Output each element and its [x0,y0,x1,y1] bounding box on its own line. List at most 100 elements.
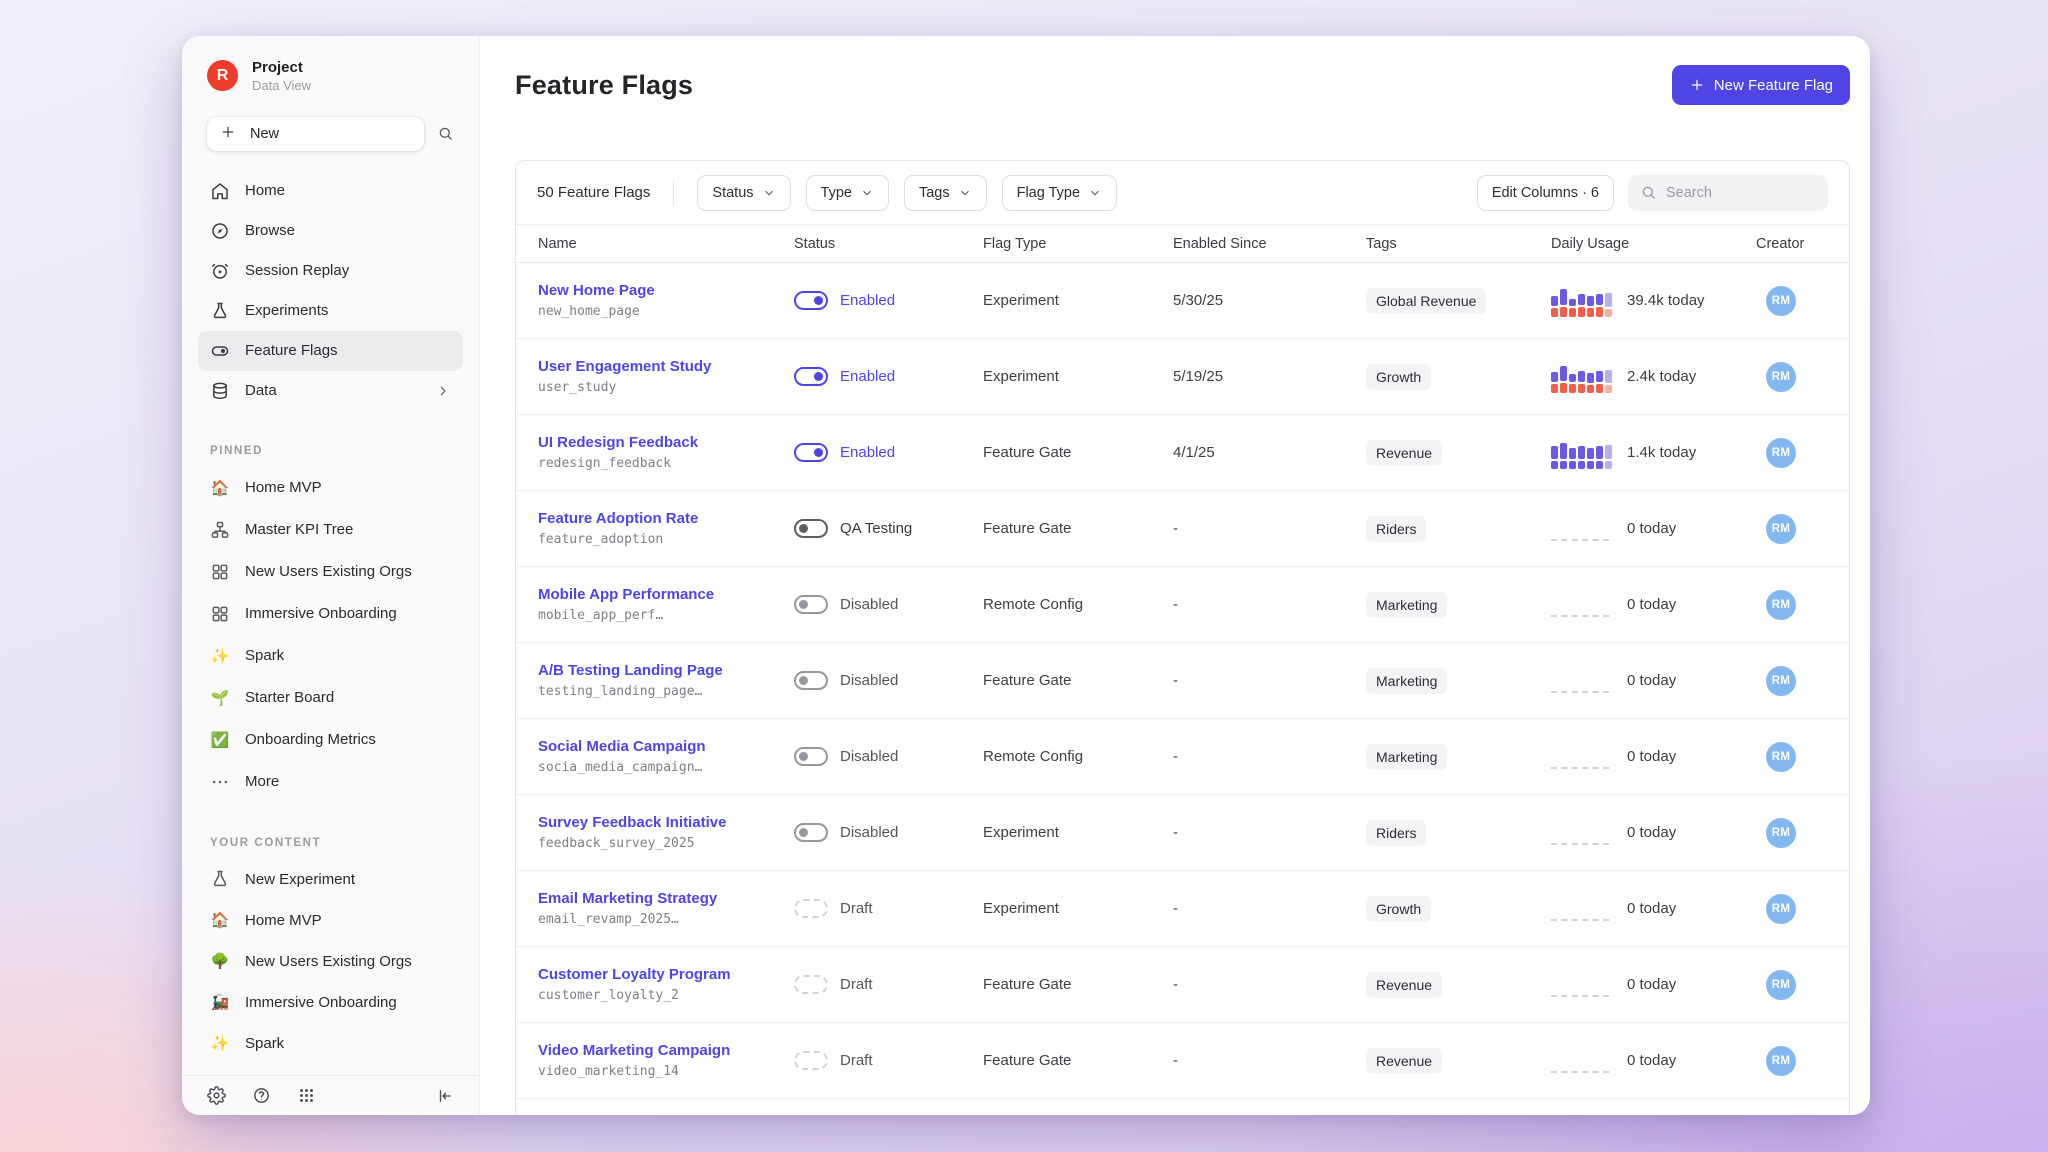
column-header-flag-type[interactable]: Flag Type [983,236,1173,252]
flag-name-link[interactable]: User Engagement Study [538,358,794,375]
chevron-down-icon [762,186,776,200]
flag-name-link[interactable]: A/B Testing Landing Page [538,662,794,679]
sidebar-item-spark[interactable]: ✨ Spark [198,635,463,677]
sidebar: R Project Data View New Home Brows [182,36,480,1115]
chevron-right-icon [435,383,451,399]
help-button[interactable] [252,1086,271,1105]
tag-badge: Riders [1366,516,1426,542]
apps-button[interactable] [297,1086,316,1105]
daily-usage-cell: 0 today [1551,665,1756,697]
usage-sparkline-chart [1551,285,1613,317]
flag-name-link[interactable]: Video Marketing Campaign [538,1042,794,1059]
sidebar-item-onboarding-metrics[interactable]: ✅ Onboarding Metrics [198,719,463,761]
status-toggle[interactable] [794,519,828,538]
column-header-tags[interactable]: Tags [1366,236,1551,252]
status-toggle[interactable] [794,291,828,310]
column-header-enabled-since[interactable]: Enabled Since [1173,236,1366,252]
status-cell: Disabled [794,595,983,614]
enabled-since: - [1173,1052,1366,1069]
filter-type-dropdown[interactable]: Type [806,175,889,211]
flag-type: Remote Config [983,748,1173,765]
sidebar-item-session-replay[interactable]: Session Replay [198,251,463,291]
sidebar-item-home-mvp[interactable]: 🏠 Home MVP [198,900,463,941]
status-cell: Disabled [794,671,983,690]
sidebar-item-experiments[interactable]: Experiments [198,291,463,331]
flag-name-link[interactable]: Social Media Campaign [538,738,794,755]
table-row[interactable]: User Engagement Study user_study Enabled… [516,339,1849,415]
status-label: Enabled [840,292,895,309]
flag-name-link[interactable]: Survey Feedback Initiative [538,814,794,831]
sidebar-item-immersive-onboarding[interactable]: 🚂 Immersive Onboarding [198,982,463,1023]
flag-type: Feature Gate [983,976,1173,993]
usage-sparkline-chart [1551,969,1613,1001]
status-toggle[interactable] [794,671,828,690]
sidebar-item-new-users-existing-orgs[interactable]: New Users Existing Orgs [198,551,463,593]
new-feature-flag-button[interactable]: New Feature Flag [1672,65,1850,105]
sidebar-item-master-kpi-tree[interactable]: Master KPI Tree [198,509,463,551]
table-search[interactable] [1628,175,1828,211]
table-row[interactable]: Customer Loyalty Program customer_loyalt… [516,947,1849,1023]
table-row[interactable]: Video Marketing Campaign video_marketing… [516,1023,1849,1099]
usage-sparkline-chart [1551,665,1613,697]
flag-type: Remote Config [983,596,1173,613]
sidebar-scroll-area: Home Browse Session Replay Experiments F… [182,151,479,1075]
sidebar-item-new-users-existing-orgs[interactable]: 🌳 New Users Existing Orgs [198,941,463,982]
sidebar-item-more[interactable]: More [198,761,463,803]
collapse-sidebar-icon [436,1087,454,1105]
sidebar-item-browse[interactable]: Browse [198,211,463,251]
table-row[interactable]: Feature Adoption Rate feature_adoption Q… [516,491,1849,567]
status-toggle[interactable] [794,367,828,386]
table-row[interactable]: Social Media Campaign socia_media_campai… [516,719,1849,795]
flag-name-link[interactable]: Email Marketing Strategy [538,890,794,907]
status-toggle[interactable] [794,443,828,462]
column-header-daily-usage[interactable]: Daily Usage [1551,236,1756,252]
flag-key: customer_loyalty_2 [538,988,794,1003]
filter-flag-type-dropdown[interactable]: Flag Type [1002,175,1117,211]
column-header-name[interactable]: Name [538,236,794,252]
sidebar-item-feature-flags[interactable]: Feature Flags [198,331,463,371]
sidebar-item-new-experiment[interactable]: New Experiment [198,859,463,900]
sidebar-item-starter-board[interactable]: 🌱 Starter Board [198,677,463,719]
status-toggle[interactable] [794,595,828,614]
sidebar-search-button[interactable] [437,125,454,142]
grid-icon [210,562,230,582]
status-label: Draft [840,900,873,917]
enabled-since: - [1173,900,1366,917]
edit-columns-button[interactable]: Edit Columns · 6 [1477,175,1614,211]
table-row[interactable]: New Home Page new_home_page Enabled Expe… [516,263,1849,339]
sidebar-item-spark[interactable]: ✨ Spark [198,1023,463,1064]
table-row[interactable]: Email Marketing Strategy email_revamp_20… [516,871,1849,947]
project-switcher[interactable]: R Project Data View [207,59,454,93]
table-row[interactable]: Mobile App Performance mobile_app_perf… … [516,567,1849,643]
status-toggle[interactable] [794,747,828,766]
column-header-creator[interactable]: Creator [1756,236,1849,252]
flag-name-link[interactable]: Mobile App Performance [538,586,794,603]
table-search-input[interactable] [1666,185,1816,201]
usage-label: 0 today [1627,900,1676,917]
settings-button[interactable] [207,1086,226,1105]
filter-status-dropdown[interactable]: Status [697,175,790,211]
sidebar-item-home-mvp[interactable]: 🏠 Home MVP [198,467,463,509]
table-row[interactable]: UI Redesign Feedback redesign_feedback E… [516,415,1849,491]
sidebar-item-data[interactable]: Data [198,371,463,411]
status-toggle[interactable] [794,1051,828,1070]
status-toggle[interactable] [794,899,828,918]
flag-name-link[interactable]: Feature Adoption Rate [538,510,794,527]
collapse-sidebar-button[interactable] [436,1087,454,1105]
help-icon [252,1086,271,1105]
sidebar-item-home[interactable]: Home [198,171,463,211]
flag-name-link[interactable]: Customer Loyalty Program [538,966,794,983]
creator-avatar: RM [1766,438,1796,468]
status-toggle[interactable] [794,823,828,842]
column-header-status[interactable]: Status [794,236,983,252]
table-row[interactable]: A/B Testing Landing Page testing_landing… [516,643,1849,719]
filter-tags-dropdown[interactable]: Tags [904,175,987,211]
table-row[interactable]: Survey Feedback Initiative feedback_surv… [516,795,1849,871]
flag-name-link[interactable]: UI Redesign Feedback [538,434,794,451]
sidebar-item-immersive-onboarding[interactable]: Immersive Onboarding [198,593,463,635]
new-button[interactable]: New [207,117,424,151]
pinned-list: 🏠 Home MVP Master KPI Tree New Users Exi… [198,467,463,803]
flag-name-link[interactable]: New Home Page [538,282,794,299]
status-toggle[interactable] [794,975,828,994]
train-emoji-icon: 🚂 [210,992,230,1012]
